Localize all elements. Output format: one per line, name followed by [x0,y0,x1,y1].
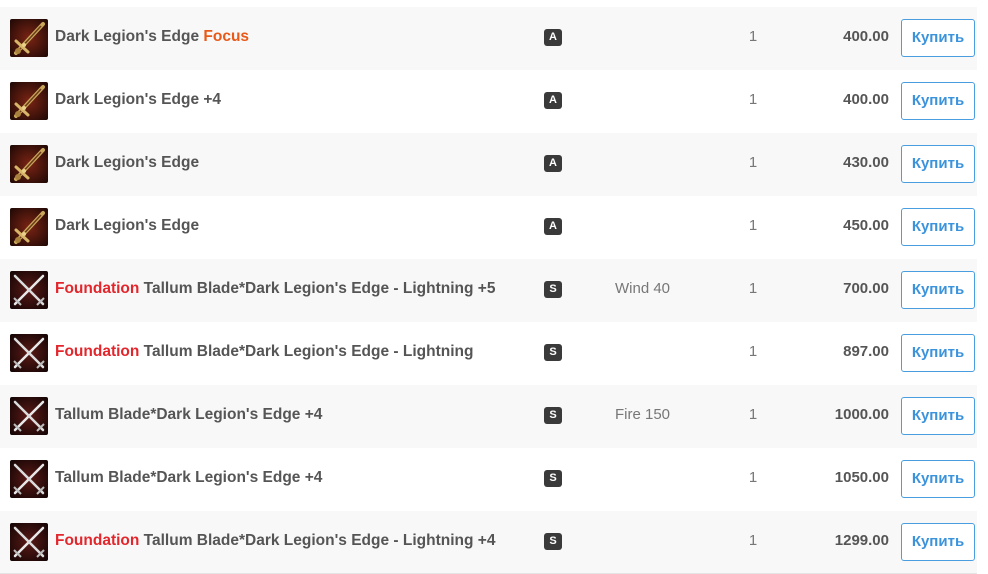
item-quantity: 1 [748,406,758,423]
item-quantity: 1 [748,28,758,45]
item-quantity: 1 [748,469,758,486]
item-quantity: 1 [748,532,758,549]
item-name-text: Dark Legion's Edge +4 [55,91,222,108]
item-name: Foundation Tallum Blade*Dark Legion's Ed… [55,532,495,550]
table-row: Foundation Tallum Blade*Dark Legion's Ed… [0,259,977,322]
item-name-text: Dark Legion's Edge [55,28,200,45]
buy-button[interactable]: Купить [901,19,975,57]
table-row: Dark Legion's Edge A 1 430.00 Купить [0,133,977,196]
item-prefix: Foundation [55,532,144,549]
buy-button[interactable]: Купить [901,460,975,498]
buy-button[interactable]: Купить [901,145,975,183]
item-name: Tallum Blade*Dark Legion's Edge +4 [55,406,322,424]
dual-swords-icon [10,271,48,309]
listings-table: Dark Legion's Edge Focus A 1 400.00 Купи… [0,7,977,574]
item-name: Dark Legion's Edge Focus [55,28,249,46]
table-row: Foundation Tallum Blade*Dark Legion's Ed… [0,511,977,574]
buy-button[interactable]: Купить [901,208,975,246]
item-name-text: Tallum Blade*Dark Legion's Edge +4 [55,469,323,486]
item-price: 700.00 [843,280,889,297]
buy-button[interactable]: Купить [901,271,975,309]
item-price: 400.00 [843,28,889,45]
table-row: Dark Legion's Edge +4 A 1 400.00 Купить [0,70,977,133]
item-name: Dark Legion's Edge [55,154,199,172]
item-attribute: Fire 150 [614,406,671,423]
item-name-text: Tallum Blade*Dark Legion's Edge - Lightn… [143,280,496,297]
item-name-text: Tallum Blade*Dark Legion's Edge - Lightn… [143,343,474,360]
item-quantity: 1 [748,343,758,360]
grade-badge: S [544,533,562,550]
item-price: 450.00 [843,217,889,234]
table-row: Tallum Blade*Dark Legion's Edge +4 S 1 1… [0,448,977,511]
item-quantity: 1 [748,91,758,108]
dark-legions-edge-icon [10,208,48,246]
item-suffix: Focus [199,28,250,45]
item-quantity: 1 [748,154,758,171]
item-attribute: Wind 40 [614,280,671,297]
table-row: Tallum Blade*Dark Legion's Edge +4 S Fir… [0,385,977,448]
item-name: Foundation Tallum Blade*Dark Legion's Ed… [55,280,495,298]
item-name-text: Dark Legion's Edge [55,154,200,171]
item-name-text: Dark Legion's Edge [55,217,200,234]
buy-button[interactable]: Купить [901,334,975,372]
item-price: 1050.00 [834,469,889,486]
table-row: Dark Legion's Edge Focus A 1 400.00 Купи… [0,7,977,70]
item-prefix: Foundation [55,343,144,360]
table-row: Foundation Tallum Blade*Dark Legion's Ed… [0,322,977,385]
item-name: Dark Legion's Edge +4 [55,91,221,109]
grade-badge: A [544,29,562,46]
buy-button[interactable]: Купить [901,523,975,561]
item-prefix: Foundation [55,280,144,297]
grade-badge: S [544,344,562,361]
item-name-text: Tallum Blade*Dark Legion's Edge - Lightn… [143,532,496,549]
buy-button[interactable]: Купить [901,82,975,120]
item-name-text: Tallum Blade*Dark Legion's Edge +4 [55,406,323,423]
grade-badge: A [544,218,562,235]
grade-badge: S [544,407,562,424]
grade-badge: A [544,92,562,109]
item-name: Dark Legion's Edge [55,217,199,235]
dual-swords-icon [10,460,48,498]
item-price: 400.00 [843,91,889,108]
item-name: Foundation Tallum Blade*Dark Legion's Ed… [55,343,473,361]
table-row: Dark Legion's Edge A 1 450.00 Купить [0,196,977,259]
item-price: 1000.00 [834,406,889,423]
grade-badge: S [544,281,562,298]
grade-badge: S [544,470,562,487]
item-price: 430.00 [843,154,889,171]
dark-legions-edge-icon [10,82,48,120]
item-price: 897.00 [843,343,889,360]
dual-swords-icon [10,334,48,372]
dark-legions-edge-icon [10,145,48,183]
item-quantity: 1 [748,217,758,234]
item-quantity: 1 [748,280,758,297]
item-name: Tallum Blade*Dark Legion's Edge +4 [55,469,322,487]
grade-badge: A [544,155,562,172]
dual-swords-icon [10,523,48,561]
dual-swords-icon [10,397,48,435]
dark-legions-edge-icon [10,19,48,57]
item-price: 1299.00 [834,532,889,549]
buy-button[interactable]: Купить [901,397,975,435]
